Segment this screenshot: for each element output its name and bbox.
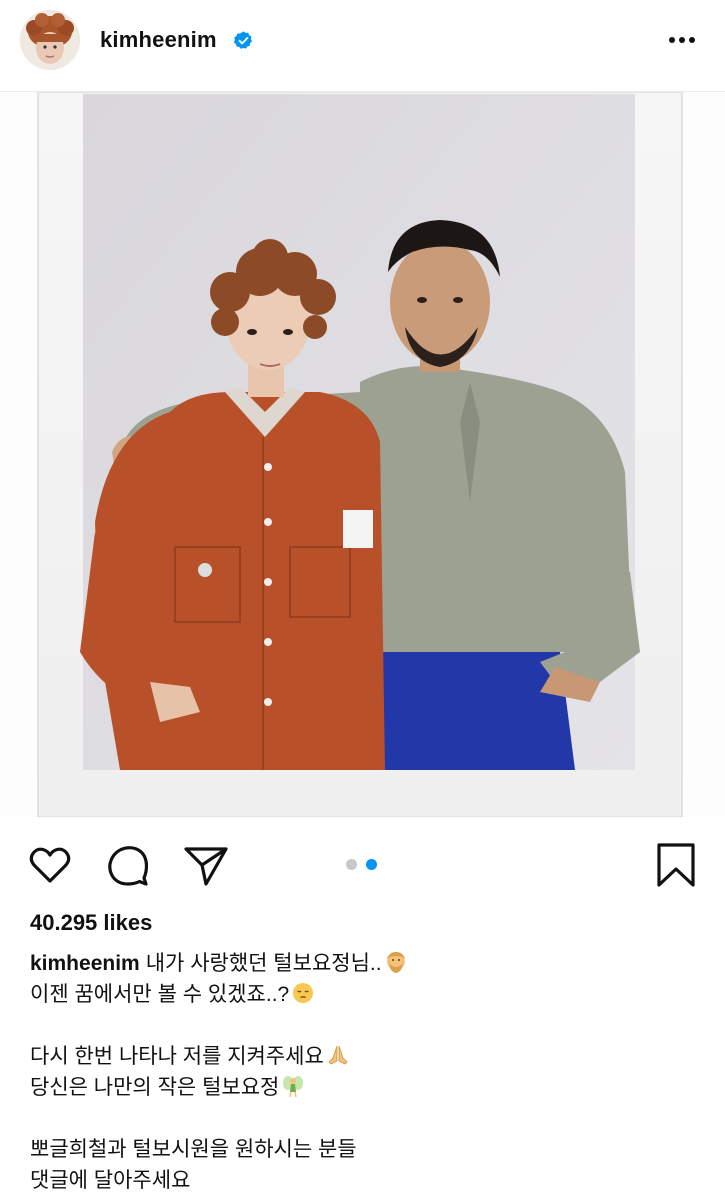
caption-text: 뽀글희철과 털보시원을 원하시는 분들 [30,1138,357,1161]
caption-line: 댓글에 달아주세요 [30,1165,700,1196]
likes-count[interactable]: 40.295 likes [30,910,152,936]
caption-line: 이젠 꿈에서만 볼 수 있겠죠..? [30,979,700,1010]
verified-badge-icon [233,31,252,49]
avatar-image [20,10,80,70]
paper-plane-icon[interactable] [182,841,230,889]
carousel-dot [346,859,357,870]
caption-text: 이젠 꿈에서만 볼 수 있겠죠..? [30,983,290,1006]
polaroid-photo [37,91,683,818]
caption-text: 당신은 나만의 작은 털보요정 [30,1076,280,1099]
caption-username[interactable]: kimheenim [30,952,140,975]
folded-hands-emoji-icon [328,1045,348,1065]
caption-line: 다시 한번 나타나 저를 지켜주세요 [30,1041,700,1072]
bearded-person-emoji-icon [386,952,405,973]
profile-avatar[interactable] [20,10,80,70]
post-caption: kimheenim 내가 사랑했던 털보요정님.. 이젠 꿈에서만 볼 수 있겠죠… [30,948,700,1196]
caption-text: 다시 한번 나타나 저를 지켜주세요 [30,1045,324,1068]
post-header: kimheenim [0,0,725,92]
pensive-face-emoji-icon [293,983,314,1003]
caption-text: 내가 사랑했던 털보요정님.. [145,952,382,975]
bookmark-icon[interactable] [652,841,700,889]
more-options-icon[interactable] [664,30,700,50]
post-action-bar [0,835,725,895]
post-username[interactable]: kimheenim [100,27,217,53]
heart-icon[interactable] [26,841,74,889]
carousel-indicator [346,859,386,871]
caption-line: kimheenim 내가 사랑했던 털보요정님.. [30,948,700,979]
caption-line: 뽀글희철과 털보시원을 원하시는 분들 [30,1134,700,1165]
carousel-dot-active [366,859,377,870]
caption-line: 당신은 나만의 작은 털보요정 [30,1072,700,1103]
fairy-emoji-icon [283,1076,304,1098]
post-image[interactable] [0,91,725,818]
caption-text: 댓글에 달아주세요 [30,1169,191,1192]
comment-icon[interactable] [104,841,152,889]
